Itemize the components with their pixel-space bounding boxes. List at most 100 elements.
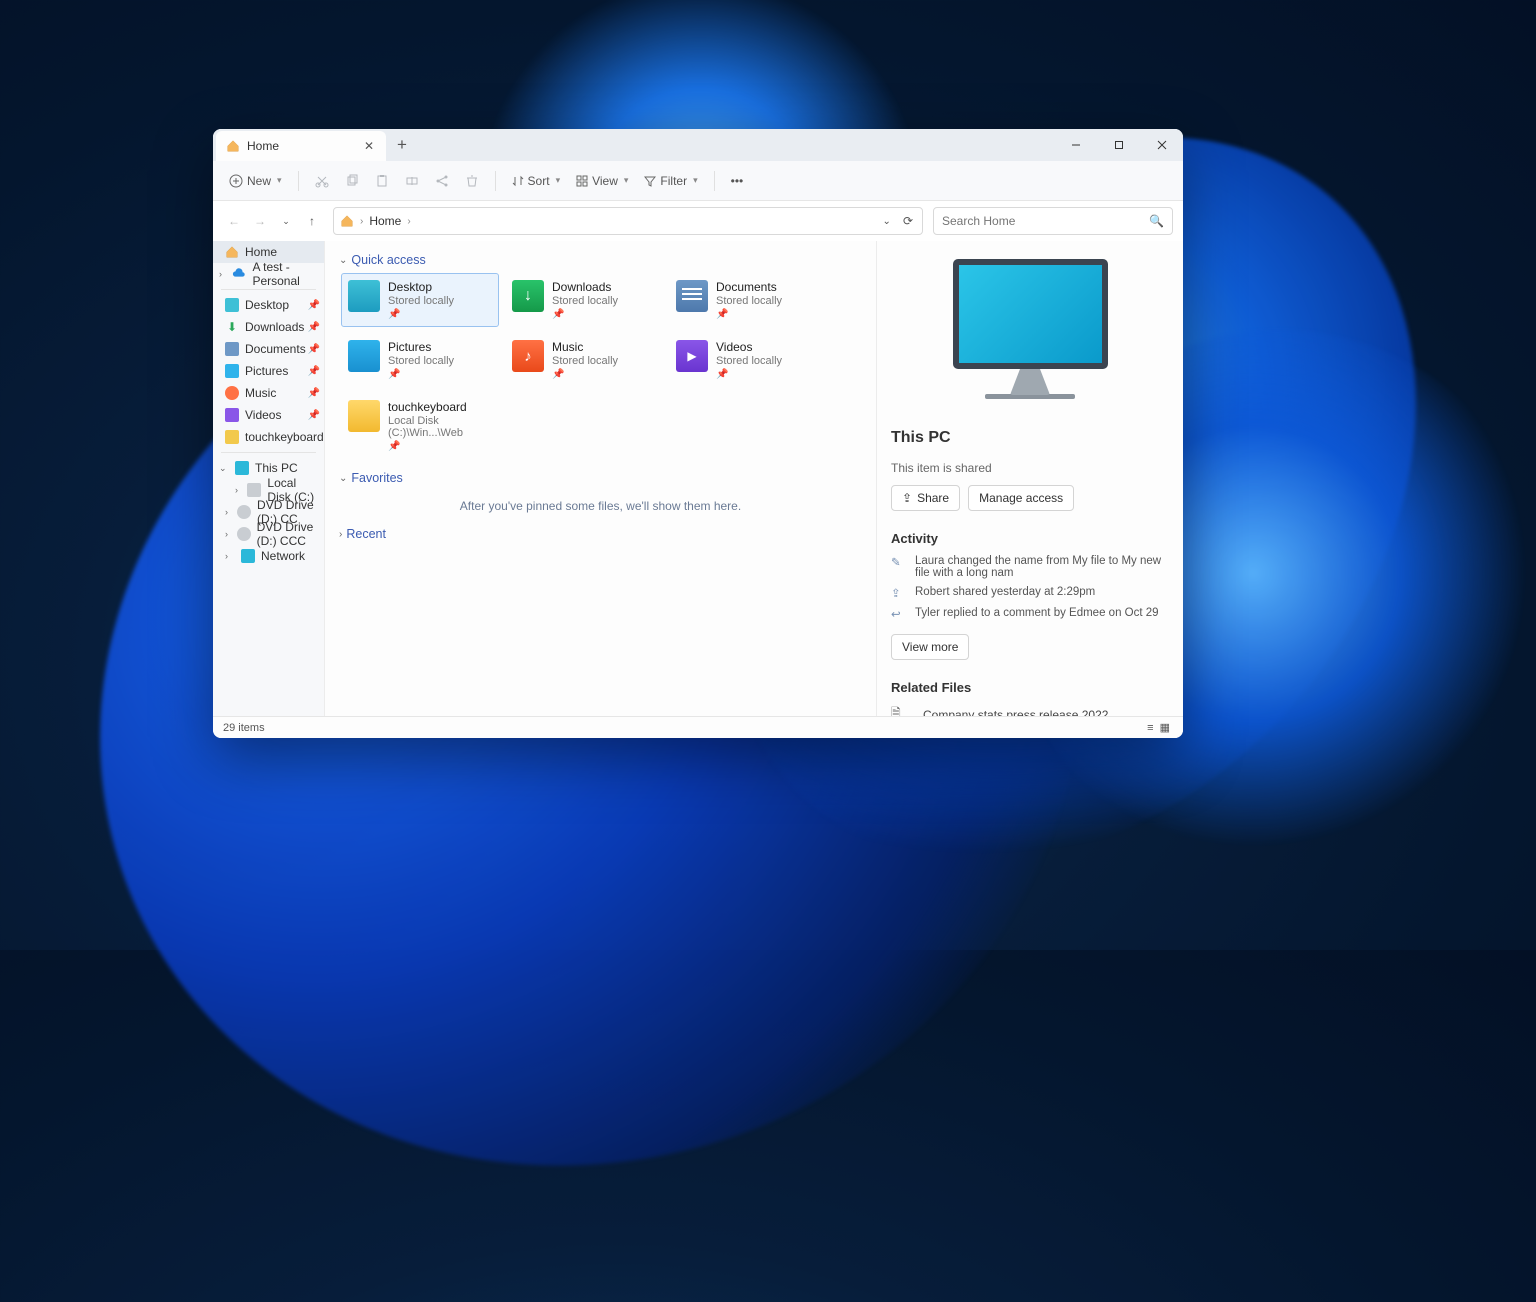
folder-icon [676, 280, 708, 312]
maximize-button[interactable] [1097, 129, 1140, 161]
details-view-button[interactable]: ≡ [1144, 722, 1156, 734]
tile-subtitle: Stored locally [552, 295, 618, 307]
sidebar-item-desktop[interactable]: Desktop📌 [213, 294, 324, 316]
share-button[interactable] [429, 170, 455, 192]
quick-access-tile[interactable]: Videos Stored locally 📌 [669, 333, 827, 387]
search-input[interactable] [942, 214, 1149, 228]
tile-subtitle: Stored locally [388, 295, 454, 307]
view-button[interactable]: View▾ [570, 170, 634, 192]
manage-access-button[interactable]: Manage access [968, 485, 1074, 511]
toolbar: New▾ Sort▾ View▾ Filter▾ ••• [213, 161, 1183, 201]
sidebar-item-touchkeyboard[interactable]: touchkeyboard [213, 426, 324, 448]
sidebar-item-downloads[interactable]: ⬇Downloads📌 [213, 316, 324, 338]
up-button[interactable]: ↑ [301, 209, 323, 233]
quick-access-tile[interactable]: Documents Stored locally 📌 [669, 273, 827, 327]
details-title: This PC [891, 429, 1169, 447]
share-icon: ⇪ [902, 491, 912, 505]
section-quick-access[interactable]: ⌄Quick access [339, 253, 864, 267]
recent-locations-button[interactable]: ⌄ [275, 209, 297, 233]
title-bar: Home ✕ + [213, 129, 1183, 161]
shared-status: This item is shared [891, 461, 1169, 475]
breadcrumb-location[interactable]: Home [369, 214, 401, 228]
pin-icon: 📌 [308, 344, 320, 355]
sidebar-item-network[interactable]: ›Network [213, 545, 324, 567]
copy-button[interactable] [339, 170, 365, 192]
quick-access-tile[interactable]: Pictures Stored locally 📌 [341, 333, 499, 387]
filter-icon [644, 175, 656, 187]
forward-button[interactable]: → [249, 209, 271, 233]
thumbnails-view-button[interactable]: ▦ [1157, 721, 1173, 734]
sort-button[interactable]: Sort▾ [506, 170, 567, 192]
folder-icon [348, 280, 380, 312]
pin-icon: 📌 [552, 369, 618, 380]
quick-access-tile[interactable]: Desktop Stored locally 📌 [341, 273, 499, 327]
cut-button[interactable] [309, 170, 335, 192]
section-favorites[interactable]: ⌄Favorites [339, 471, 864, 485]
view-more-button[interactable]: View more [891, 634, 969, 660]
sidebar-item-dvd-ccc[interactable]: ›DVD Drive (D:) CCC [213, 523, 324, 545]
rename-button[interactable] [399, 170, 425, 192]
rename-activity-icon: ✎ [891, 555, 905, 569]
tab-home[interactable]: Home ✕ [216, 131, 386, 161]
quick-access-tile[interactable]: Music Stored locally 📌 [505, 333, 663, 387]
close-window-button[interactable] [1140, 129, 1183, 161]
pin-icon: 📌 [388, 309, 454, 320]
pin-icon: 📌 [388, 369, 454, 380]
folder-icon [512, 280, 544, 312]
recent-dropdown[interactable]: ⌄ [880, 216, 894, 227]
activity-item: ⇪Robert shared yesterday at 2:29pm [891, 586, 1169, 600]
pin-icon: 📌 [308, 300, 320, 311]
paste-icon [375, 174, 389, 188]
cloud-icon [232, 267, 246, 281]
details-pane: This PC This item is shared ⇪Share Manag… [876, 241, 1183, 716]
pin-icon: 📌 [308, 366, 320, 377]
sidebar-item-documents[interactable]: Documents📌 [213, 338, 324, 360]
section-recent[interactable]: ›Recent [339, 527, 864, 541]
related-files-heading: Related Files [891, 680, 1169, 695]
quick-access-tile[interactable]: Downloads Stored locally 📌 [505, 273, 663, 327]
close-tab-button[interactable]: ✕ [360, 139, 378, 153]
chevron-right-icon: › [407, 216, 410, 227]
pin-icon: 📌 [308, 322, 320, 333]
quick-access-tile[interactable]: touchkeyboard Local Disk (C:)\Win...\Web… [341, 393, 499, 459]
paste-button[interactable] [369, 170, 395, 192]
rename-icon [405, 174, 419, 188]
sidebar-item-videos[interactable]: Videos📌 [213, 404, 324, 426]
delete-button[interactable] [459, 170, 485, 192]
sidebar-item-music[interactable]: Music📌 [213, 382, 324, 404]
activity-item: ✎Laura changed the name from My file to … [891, 555, 1169, 579]
address-bar[interactable]: › Home › ⌄ ⟳ [333, 207, 923, 235]
pin-icon: 📌 [716, 309, 782, 320]
search-box[interactable]: 🔍 [933, 207, 1173, 235]
navigation-pane: Home › A test - Personal Desktop📌 ⬇Downl… [213, 241, 325, 716]
related-file-item[interactable]: 🗎Company stats press release 2022 [891, 704, 1169, 716]
home-icon [226, 139, 240, 153]
share-button[interactable]: ⇪Share [891, 485, 960, 511]
tile-name: touchkeyboard [388, 400, 492, 414]
new-button[interactable]: New▾ [223, 170, 288, 192]
new-tab-button[interactable]: + [386, 129, 418, 161]
file-icon: 🗎 [891, 704, 909, 716]
trash-icon [465, 174, 479, 188]
sidebar-item-pictures[interactable]: Pictures📌 [213, 360, 324, 382]
sidebar-item-personal[interactable]: › A test - Personal [213, 263, 324, 285]
folder-icon [348, 340, 380, 372]
item-count: 29 items [223, 722, 265, 734]
back-button[interactable]: ← [223, 209, 245, 233]
folder-icon [676, 340, 708, 372]
pin-icon: 📌 [308, 410, 320, 421]
tile-subtitle: Stored locally [716, 295, 782, 307]
view-icon [576, 175, 588, 187]
home-icon [340, 214, 354, 228]
minimize-button[interactable] [1054, 129, 1097, 161]
copy-icon [345, 174, 359, 188]
pin-icon: 📌 [388, 441, 492, 452]
chevron-right-icon: › [360, 216, 363, 227]
filter-button[interactable]: Filter▾ [638, 170, 703, 192]
refresh-button[interactable]: ⟳ [900, 214, 916, 228]
tile-name: Videos [716, 340, 782, 354]
more-button[interactable]: ••• [725, 170, 750, 192]
address-row: ← → ⌄ ↑ › Home › ⌄ ⟳ 🔍 [213, 201, 1183, 241]
content-area: ⌄Quick access Desktop Stored locally 📌 D… [325, 241, 876, 716]
status-bar: 29 items ≡ ▦ [213, 716, 1183, 738]
